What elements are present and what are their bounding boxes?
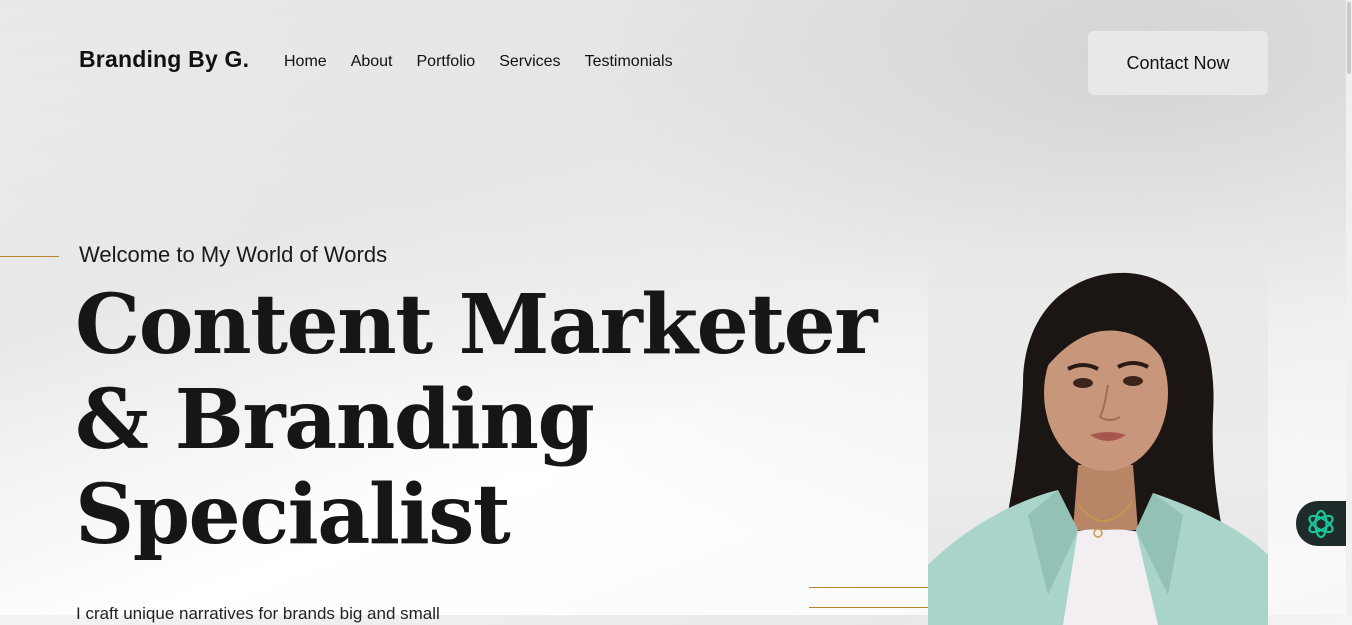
hero-intro-text: I craft unique narratives for brands big… [76,604,440,623]
headline-line-2: & Branding [75,372,595,468]
main-nav: Home About Portfolio Services Testimonia… [284,53,673,71]
profile-photo [928,265,1268,625]
assistant-flower-icon [1308,509,1334,538]
headline-line-1: Content Marketer [75,277,878,373]
site-logo[interactable]: Branding By G. [79,46,249,73]
page-scrollbar[interactable] [1346,0,1352,615]
nav-about[interactable]: About [351,53,393,71]
decorative-line-top [809,587,928,588]
nav-portfolio[interactable]: Portfolio [417,53,476,71]
portrait-illustration [928,272,1268,625]
contact-now-button[interactable]: Contact Now [1088,31,1268,95]
nav-testimonials[interactable]: Testimonials [585,53,673,71]
kicker-accent-line [0,256,59,257]
headline-line-3: Specialist [75,467,511,563]
scrollbar-thumb[interactable] [1347,2,1351,74]
hero-headline: Content Marketer & Branding Specialist [75,277,878,563]
assistant-chat-button[interactable] [1296,501,1352,546]
decorative-line-bottom [809,607,928,608]
nav-home[interactable]: Home [284,53,327,71]
nav-services[interactable]: Services [499,53,560,71]
hero-kicker: Welcome to My World of Words [79,242,388,267]
